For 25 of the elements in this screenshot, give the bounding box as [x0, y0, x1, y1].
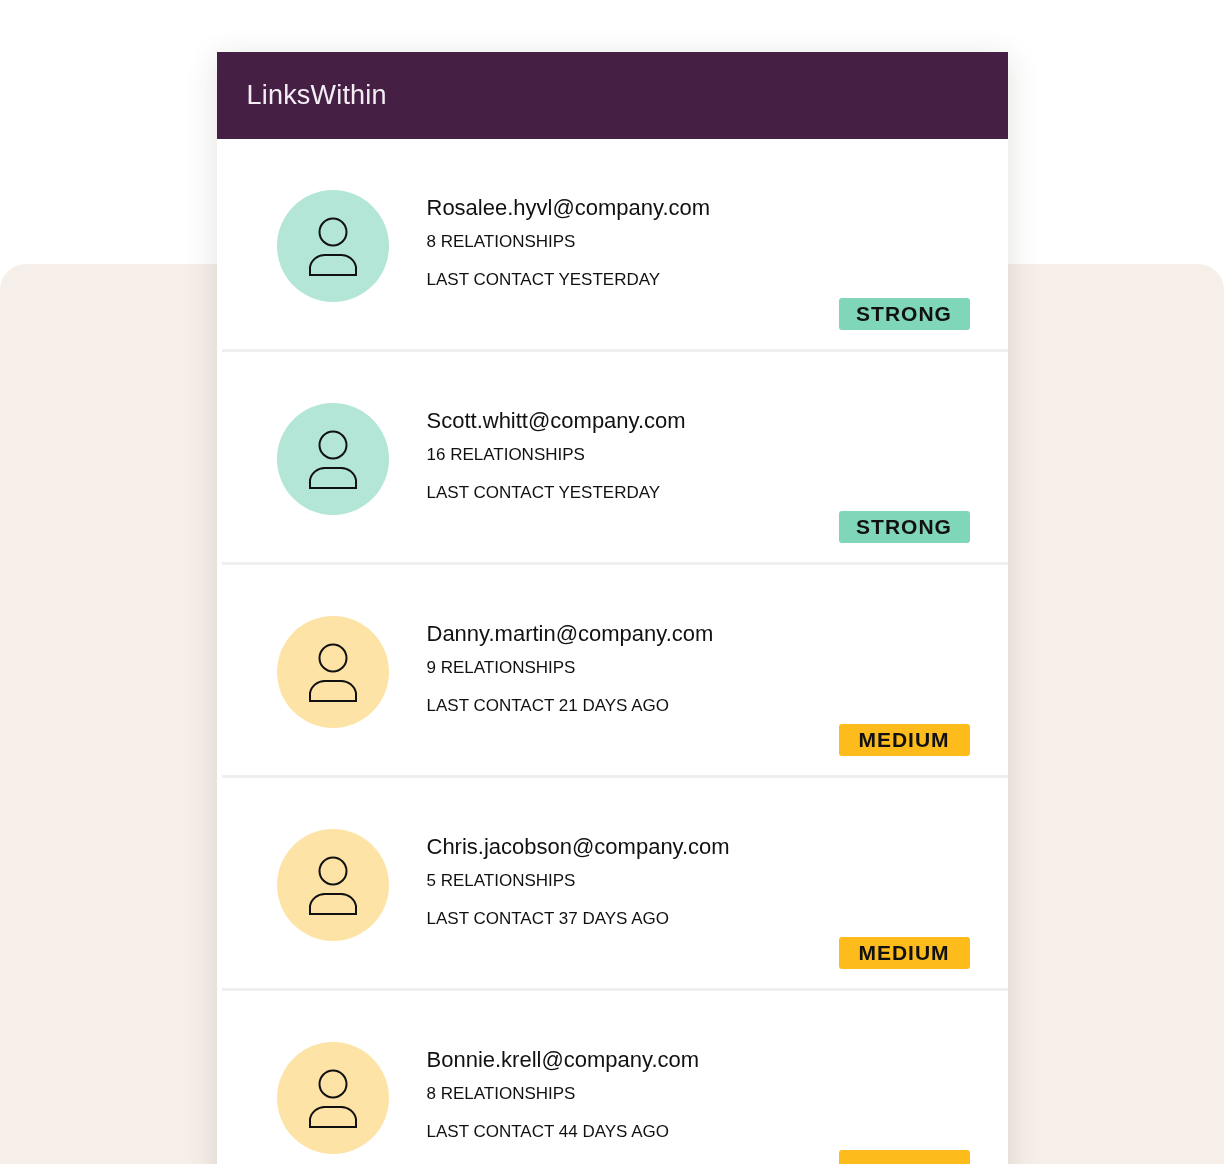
person-icon — [308, 642, 357, 702]
last-contact: LAST CONTACT 21 DAYS AGO — [426, 696, 669, 716]
person-icon — [308, 1068, 357, 1128]
strength-badge: MEDIUM — [838, 937, 970, 969]
contact-email: Danny.martin@company.com — [426, 621, 714, 647]
strength-badge: STRONG — [838, 298, 970, 330]
last-contact: LAST CONTACT YESTERDAY — [426, 483, 661, 503]
relationship-count: 16 RELATIONSHIPS — [426, 445, 585, 465]
contact-email: Chris.jacobson@company.com — [426, 834, 730, 860]
app-title: LinksWithin — [246, 80, 387, 111]
last-contact: LAST CONTACT 44 DAYS AGO — [426, 1122, 669, 1142]
relationship-count: 8 RELATIONSHIPS — [426, 232, 576, 252]
contact-email: Bonnie.krell@company.com — [426, 1047, 700, 1073]
person-icon — [308, 216, 357, 276]
strength-badge: MEDIUM — [838, 724, 970, 756]
last-contact: LAST CONTACT YESTERDAY — [426, 270, 661, 290]
contact-email: Rosalee.hyvl@company.com — [426, 195, 711, 221]
person-icon — [308, 855, 357, 915]
relationship-count: 5 RELATIONSHIPS — [426, 871, 576, 891]
person-icon — [308, 429, 357, 489]
relationship-count: 8 RELATIONSHIPS — [426, 1084, 576, 1104]
last-contact: LAST CONTACT 37 DAYS AGO — [426, 909, 669, 929]
contact-email: Scott.whitt@company.com — [426, 408, 686, 434]
strength-badge: STRONG — [838, 511, 970, 543]
relationship-count: 9 RELATIONSHIPS — [426, 658, 576, 678]
